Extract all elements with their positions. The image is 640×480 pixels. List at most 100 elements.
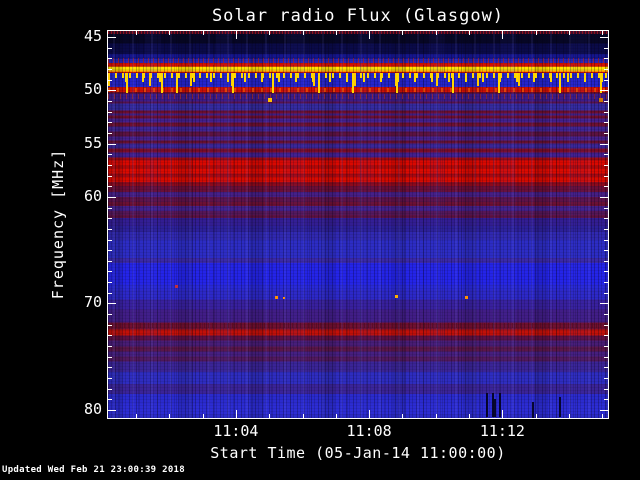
y-minor-tick xyxy=(604,260,608,262)
y-minor-tick xyxy=(108,324,112,326)
x-minor-tick xyxy=(302,31,304,35)
y-minor-tick xyxy=(604,154,608,156)
y-major-tick xyxy=(108,303,116,305)
x-tick-label: 11:12 xyxy=(479,422,525,440)
updated-timestamp: Updated Wed Feb 21 23:00:39 2018 xyxy=(2,465,185,475)
y-minor-tick xyxy=(108,100,112,102)
x-minor-tick xyxy=(269,414,271,418)
spectrogram-screenshot: Solar radio Flux (Glasgow) Frequency [MH… xyxy=(0,0,640,480)
x-minor-tick xyxy=(402,31,404,35)
y-tick-label: 60 xyxy=(83,186,102,205)
y-minor-tick xyxy=(604,292,608,294)
x-minor-tick xyxy=(469,414,471,418)
y-major-tick xyxy=(600,37,608,38)
y-minor-tick xyxy=(604,47,608,49)
x-minor-tick xyxy=(136,414,137,418)
y-minor-tick xyxy=(108,260,112,262)
y-minor-tick xyxy=(604,100,608,102)
plot-box xyxy=(107,30,609,419)
x-major-tick xyxy=(502,31,504,39)
y-minor-tick xyxy=(108,250,112,252)
y-minor-tick xyxy=(108,58,112,60)
x-tick-label: 11:08 xyxy=(346,422,392,440)
y-minor-tick xyxy=(604,282,608,284)
y-minor-tick xyxy=(108,47,112,49)
y-minor-tick xyxy=(108,132,112,134)
y-minor-tick xyxy=(108,186,112,188)
x-major-tick xyxy=(235,31,237,39)
y-minor-tick xyxy=(604,218,608,220)
tick-overlay xyxy=(108,31,608,418)
y-major-tick xyxy=(600,90,608,92)
y-minor-tick xyxy=(108,218,112,220)
y-minor-tick xyxy=(604,132,608,134)
x-minor-tick xyxy=(202,31,204,35)
chart-title: Solar radio Flux (Glasgow) xyxy=(211,6,505,26)
y-major-tick xyxy=(108,90,116,92)
y-minor-tick xyxy=(108,111,112,113)
y-major-tick xyxy=(108,37,116,38)
x-minor-tick xyxy=(569,31,570,35)
x-minor-tick xyxy=(302,414,304,418)
y-minor-tick xyxy=(604,335,608,337)
x-minor-tick xyxy=(335,414,337,418)
y-tick-label: 55 xyxy=(83,133,102,152)
x-major-tick xyxy=(235,410,237,418)
x-minor-tick xyxy=(269,31,271,35)
y-major-tick xyxy=(108,143,116,145)
y-minor-tick xyxy=(108,314,112,316)
y-minor-tick xyxy=(108,207,112,209)
y-minor-tick xyxy=(604,399,608,401)
x-minor-tick xyxy=(602,31,604,35)
x-minor-tick xyxy=(402,414,404,418)
y-minor-tick xyxy=(604,367,608,369)
y-minor-tick xyxy=(604,324,608,326)
y-minor-tick xyxy=(604,378,608,379)
y-minor-tick xyxy=(108,239,112,241)
y-minor-tick xyxy=(108,282,112,284)
y-minor-tick xyxy=(108,356,112,358)
y-tick-label: 50 xyxy=(83,80,102,99)
x-minor-tick xyxy=(136,31,137,35)
y-minor-tick xyxy=(108,68,112,70)
x-minor-tick xyxy=(435,414,437,418)
y-minor-tick xyxy=(604,314,608,316)
y-minor-tick xyxy=(604,111,608,113)
y-major-tick xyxy=(600,303,608,305)
y-minor-tick xyxy=(604,122,608,124)
y-minor-tick xyxy=(604,388,608,390)
y-minor-tick xyxy=(604,207,608,209)
y-minor-tick xyxy=(604,271,608,273)
y-minor-tick xyxy=(108,164,112,166)
y-minor-tick xyxy=(108,388,112,390)
x-major-tick xyxy=(369,410,371,418)
y-tick-label: 70 xyxy=(83,293,102,312)
y-minor-tick xyxy=(108,292,112,294)
y-major-tick xyxy=(600,143,608,145)
y-major-tick xyxy=(600,196,608,198)
x-minor-tick xyxy=(169,414,171,418)
y-minor-tick xyxy=(108,175,112,177)
y-minor-tick xyxy=(108,154,112,156)
y-minor-tick xyxy=(604,356,608,358)
x-tick-label: 11:04 xyxy=(213,422,259,440)
x-minor-tick xyxy=(469,31,471,35)
y-axis-title: Frequency [MHz] xyxy=(49,148,67,300)
y-minor-tick xyxy=(604,68,608,70)
y-major-tick xyxy=(108,196,116,198)
x-minor-tick xyxy=(335,31,337,35)
x-minor-tick xyxy=(602,414,604,418)
y-major-tick xyxy=(600,410,608,411)
y-minor-tick xyxy=(604,346,608,347)
x-minor-tick xyxy=(569,414,570,418)
x-major-tick xyxy=(502,410,504,418)
y-minor-tick xyxy=(604,58,608,60)
x-minor-tick xyxy=(169,31,171,35)
y-minor-tick xyxy=(108,346,112,347)
y-minor-tick xyxy=(604,79,608,81)
y-minor-tick xyxy=(604,250,608,252)
x-minor-tick xyxy=(535,31,537,35)
y-major-tick xyxy=(108,410,116,411)
y-tick-label: 45 xyxy=(83,27,102,45)
x-axis-title: Start Time (05-Jan-14 11:00:00) xyxy=(210,444,506,462)
